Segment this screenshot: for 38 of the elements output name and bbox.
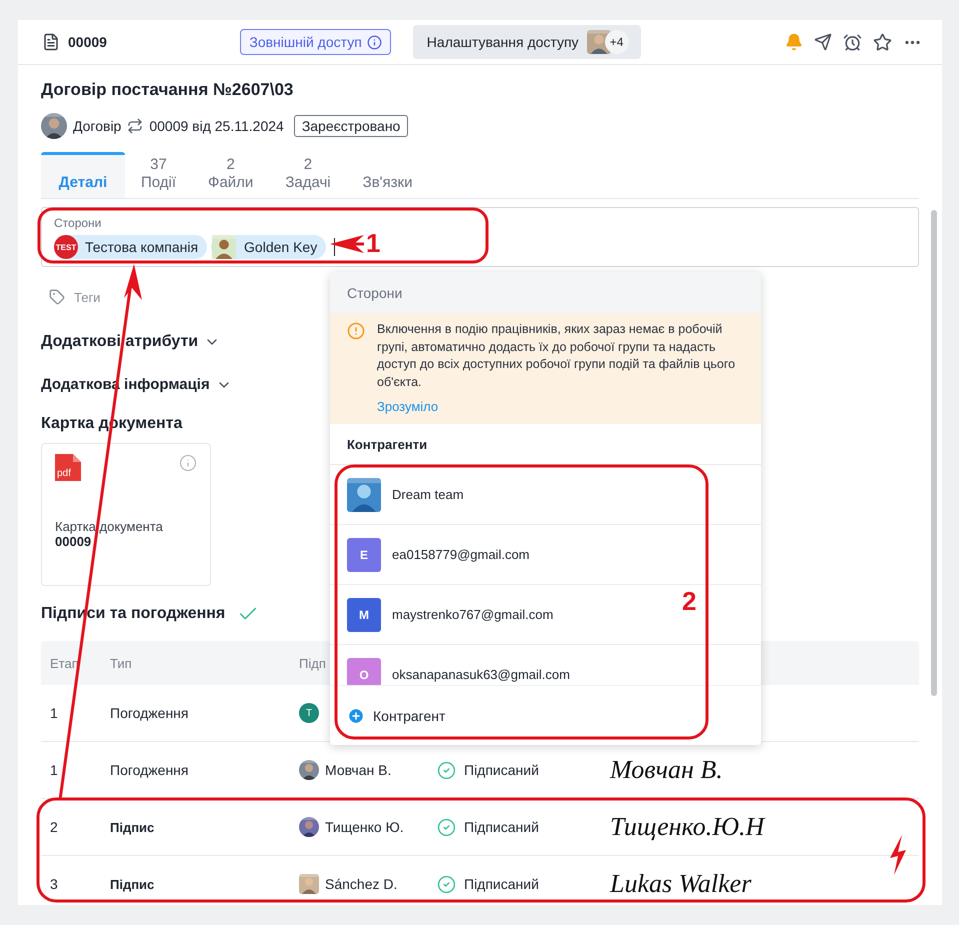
- column-header: Підп: [299, 656, 327, 670]
- stage-cell-text: 2: [50, 819, 59, 835]
- annotation-number: 2: [682, 586, 696, 617]
- avatar: Т: [299, 703, 319, 723]
- letter-avatar: E: [347, 538, 381, 572]
- status-text: Підписаний: [464, 876, 539, 892]
- card-name: Картка документа: [55, 519, 164, 534]
- type-cell-text: Погодження: [110, 705, 190, 721]
- signer-name: Мовчан В.: [325, 762, 392, 778]
- type-cell-text: Підпис: [110, 820, 156, 834]
- letter-avatar: O: [347, 658, 381, 685]
- signer-name: Sánchez D.: [325, 876, 398, 892]
- document-number: 00009: [68, 34, 107, 50]
- stage-cell-text: 1: [50, 762, 59, 778]
- logo: TEST: [54, 235, 78, 259]
- signature: Мовчан В.: [610, 755, 724, 785]
- signer-name: Тищенко Ю.: [325, 819, 404, 835]
- list-heading: Контрагенти: [347, 436, 428, 452]
- status-text: Підписаний: [464, 819, 539, 835]
- type-cell-text: Підпис: [110, 876, 156, 892]
- dropdown-title: Сторони: [347, 284, 402, 300]
- field-label: Сторони: [54, 216, 102, 230]
- document-type: Договір: [73, 118, 122, 134]
- status-text: Підписаний: [464, 762, 539, 778]
- annotation-number: 1: [366, 228, 380, 259]
- registration-number: 00009 від 25.11.2024: [149, 118, 284, 134]
- signature: Lukas Walker: [610, 869, 752, 899]
- signature: Тищенко.Ю.Н: [610, 812, 766, 842]
- document-title: Договір постачання №2607\03: [41, 80, 294, 100]
- letter-avatar: M: [347, 598, 381, 632]
- notice-text: Включення в подію працівників, яких зараз немає в робочій групі, автоматично додасть їх до робочої групи та надасть доступ до всіх доступних робочої групи подій та файлів цього об'єкта.: [377, 321, 736, 390]
- column-header: Тип: [110, 656, 133, 670]
- stage-cell-text: 3: [50, 876, 59, 892]
- status-label: Зареєстровано: [294, 115, 408, 137]
- stage-cell-text: 1: [50, 705, 59, 721]
- type-cell-text: Погодження: [110, 762, 190, 778]
- card-number: 00009: [55, 534, 92, 549]
- pdf-file-icon: pdf: [55, 454, 81, 481]
